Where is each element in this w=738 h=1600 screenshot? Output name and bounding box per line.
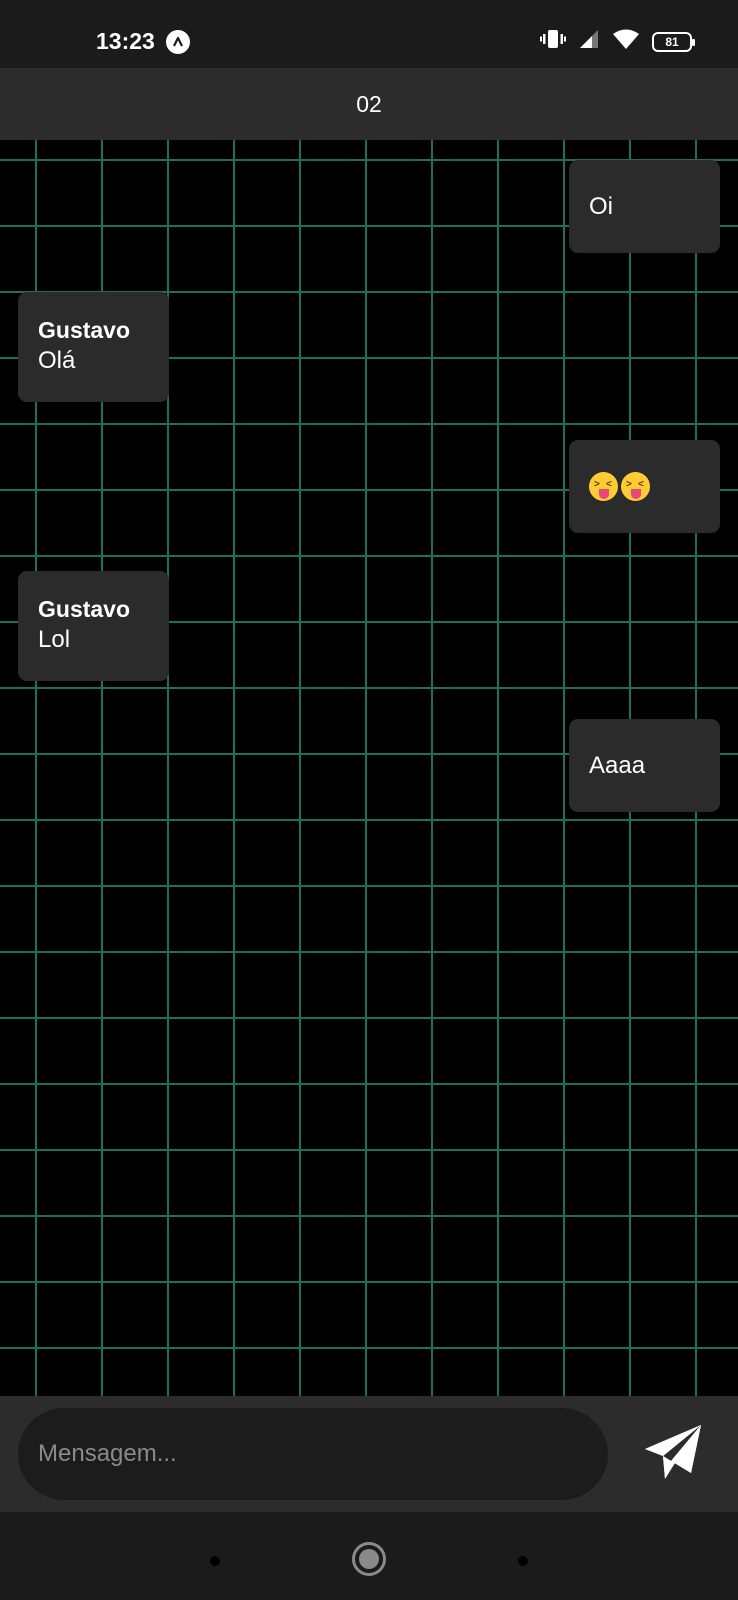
squinting-face-with-tongue-icon: > <	[621, 472, 650, 501]
outgoing-message[interactable]: > < > <	[569, 440, 720, 533]
message-text: Lol	[38, 626, 71, 653]
message-text: Aaaa	[589, 751, 646, 779]
battery-level: 81	[665, 34, 679, 49]
outgoing-message[interactable]: Aaaa	[569, 719, 720, 812]
incoming-message[interactable]: Gustavo Olá	[18, 292, 169, 402]
squinting-face-with-tongue-icon: > <	[589, 472, 618, 501]
wifi-icon	[612, 28, 640, 55]
message-text: Oi	[589, 192, 613, 220]
chat-header: 02	[0, 68, 738, 140]
status-bar: 13:23 81	[0, 0, 738, 68]
incoming-message[interactable]: Gustavo Lol	[18, 571, 169, 681]
message-sender: Gustavo	[38, 596, 131, 622]
cellular-signal-icon	[578, 28, 600, 55]
system-nav-bar	[0, 1512, 738, 1600]
recent-apps-icon[interactable]	[210, 1556, 220, 1566]
message-input[interactable]	[18, 1408, 608, 1500]
composer-bar	[0, 1396, 738, 1512]
back-icon[interactable]	[518, 1556, 528, 1566]
battery-icon: 81	[652, 31, 695, 52]
app-notification-icon	[166, 30, 190, 54]
chat-title: 02	[356, 90, 382, 117]
message-emoji-content: > < > <	[589, 472, 653, 501]
send-button[interactable]	[638, 1422, 708, 1486]
message-sender: Gustavo	[38, 317, 131, 343]
status-icons: 81	[540, 28, 695, 55]
status-time: 13:23	[96, 28, 155, 54]
message-list[interactable]: Oi Gustavo Olá > < > < Gustavo Lol Aaaa	[0, 140, 738, 1396]
paper-plane-icon	[643, 1423, 703, 1486]
vibrate-icon	[540, 28, 566, 55]
message-text: Olá	[38, 347, 76, 374]
home-icon[interactable]	[352, 1542, 386, 1576]
outgoing-message[interactable]: Oi	[569, 160, 720, 253]
